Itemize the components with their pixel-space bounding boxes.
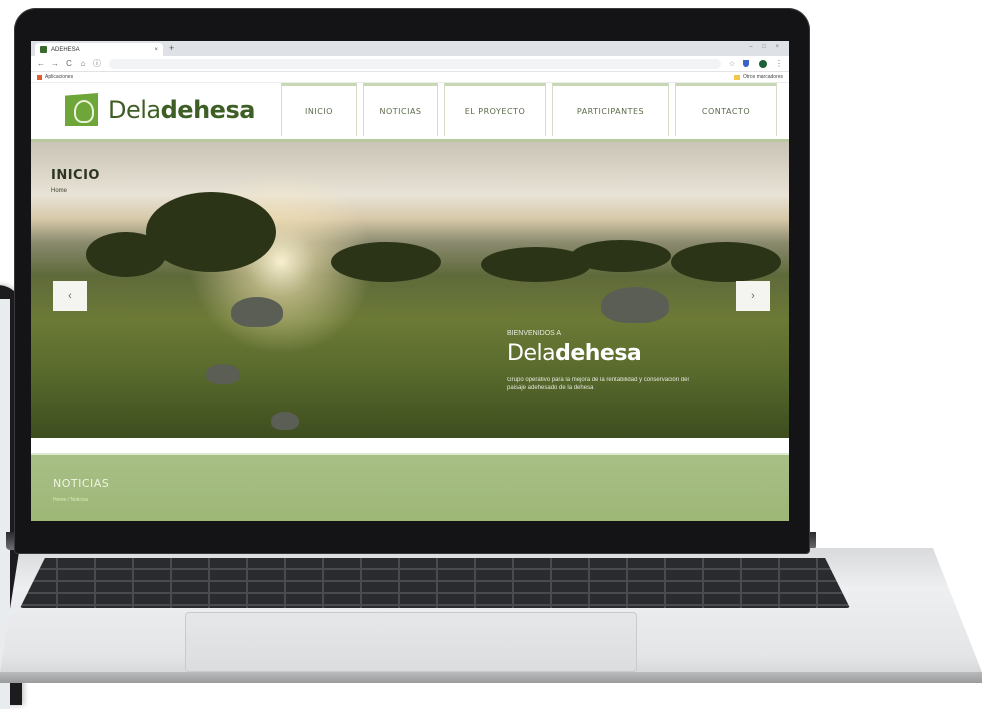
news-breadcrumb: Home / Noticias: [53, 497, 88, 503]
slide-description: Grupo operativo para la mejora de la ren…: [507, 377, 689, 391]
bookmarks-bar: Aplicaciones Otros marcadores: [31, 72, 789, 83]
tab-title: ADEHESA: [51, 46, 80, 53]
browser-tab[interactable]: ADEHESA ×: [35, 43, 163, 56]
folder-icon: [733, 74, 740, 80]
profile-avatar[interactable]: [759, 59, 767, 68]
back-icon[interactable]: ←: [37, 59, 45, 68]
apps-icon: [37, 74, 42, 80]
site-logo[interactable]: Deladehesa: [65, 93, 255, 126]
bookmark-apps[interactable]: Aplicaciones: [45, 74, 73, 80]
logo-prefix: Dela: [108, 95, 161, 124]
laptop-base-front: [0, 672, 982, 683]
tree-image: [86, 232, 166, 277]
close-icon[interactable]: ×: [154, 47, 158, 53]
slide-brand-prefix: Dela: [507, 341, 556, 366]
slide-welcome: BIENVENIDOS A: [507, 330, 562, 337]
news-crumb-home[interactable]: Home: [53, 497, 66, 503]
laptop-trackpad: [185, 612, 637, 672]
logo-bold: dehesa: [160, 95, 256, 124]
news-crumb-current: Noticias: [70, 497, 89, 503]
menu-icon[interactable]: ⋮: [775, 59, 783, 68]
address-bar[interactable]: [109, 58, 721, 69]
tree-image: [331, 242, 441, 282]
news-section: NOTICIAS Home / Noticias: [31, 453, 789, 521]
forward-icon[interactable]: →: [51, 59, 59, 68]
window-controls[interactable]: – □ ×: [749, 44, 783, 50]
shield-extension-icon[interactable]: [743, 60, 749, 67]
bookmark-other[interactable]: Otros marcadores: [743, 74, 783, 80]
prev-slide-button[interactable]: ‹: [53, 281, 87, 311]
site-info-icon[interactable]: ⓘ: [93, 58, 101, 69]
slide-caption: BIENVENIDOS A Deladehesa Grupo operativo…: [507, 330, 697, 392]
rock-image: [231, 297, 283, 327]
site-header: Deladehesa INICIO NOTICIAS EL PROYECTO P…: [31, 83, 789, 142]
nav-item-contacto[interactable]: CONTACTO: [675, 83, 777, 136]
tree-image: [671, 242, 781, 282]
logo-text: Deladehesa: [108, 96, 255, 124]
browser-toolbar: ← → C ⌂ ⓘ ☆ ⋮: [31, 56, 789, 72]
favicon-icon: [40, 46, 47, 53]
laptop-screen: ADEHESA × + – □ × ← → C ⌂ ⓘ ☆ ⋮ Aplicaci…: [31, 41, 789, 521]
tree-image: [146, 192, 276, 272]
hero-slider: INICIO Home ‹ › BIENVENIDOS A Deladehesa…: [31, 142, 789, 438]
rock-image: [271, 412, 299, 430]
new-tab-button[interactable]: +: [169, 43, 174, 53]
laptop-keyboard: [20, 558, 850, 608]
news-title: NOTICIAS: [53, 477, 110, 490]
nav-item-participantes[interactable]: PARTICIPANTES: [552, 83, 669, 136]
slide-brand-bold: dehesa: [555, 341, 642, 366]
main-nav: INICIO NOTICIAS EL PROYECTO PARTICIPANTE…: [281, 83, 783, 139]
logo-mark-icon: [65, 93, 98, 126]
home-icon[interactable]: ⌂: [79, 59, 87, 68]
nav-item-inicio[interactable]: INICIO: [281, 83, 357, 136]
browser-tab-strip: ADEHESA × + – □ ×: [31, 41, 789, 56]
rock-image: [601, 287, 669, 323]
slide-brand: Deladehesa: [507, 341, 697, 366]
breadcrumb[interactable]: Home: [51, 188, 67, 194]
nav-item-el-proyecto[interactable]: EL PROYECTO: [444, 83, 546, 136]
page-title: INICIO: [51, 168, 100, 183]
rock-image: [206, 364, 240, 384]
nav-item-noticias[interactable]: NOTICIAS: [363, 83, 438, 136]
tree-image: [571, 240, 671, 272]
bookmark-star-icon[interactable]: ☆: [729, 60, 735, 68]
next-slide-button[interactable]: ›: [736, 281, 770, 311]
reload-icon[interactable]: C: [65, 59, 73, 68]
